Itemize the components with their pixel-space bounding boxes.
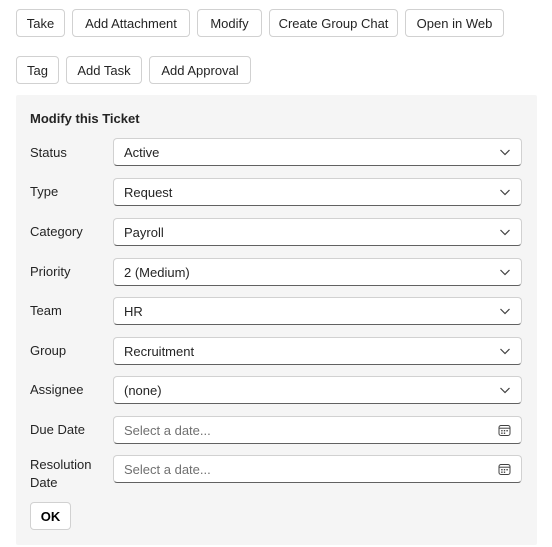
status-dropdown[interactable]: Active [113,138,522,166]
chevron-down-icon [499,384,511,396]
modify-ticket-panel: Modify this Ticket Status Active Type Re… [16,95,537,545]
category-dropdown[interactable]: Payroll [113,218,522,246]
team-value: HR [124,303,143,319]
resolution-date-picker[interactable]: Select a date... [113,455,522,483]
chevron-down-icon [499,305,511,317]
assignee-dropdown[interactable]: (none) [113,376,522,404]
team-dropdown[interactable]: HR [113,297,522,325]
chevron-down-icon [499,146,511,158]
calendar-icon[interactable] [497,462,511,476]
resolution-date-placeholder: Select a date... [124,461,211,477]
open-in-web-button[interactable]: Open in Web [405,9,504,37]
assignee-label: Assignee [30,382,84,397]
priority-dropdown[interactable]: 2 (Medium) [113,258,522,286]
chevron-down-icon [499,345,511,357]
group-dropdown[interactable]: Recruitment [113,337,522,365]
group-value: Recruitment [124,343,195,359]
status-value: Active [124,144,160,160]
category-value: Payroll [124,224,164,240]
modify-button[interactable]: Modify [197,9,262,37]
resolution-date-label: Resolution Date [30,457,92,490]
add-task-button[interactable]: Add Task [66,56,142,84]
team-label: Team [30,303,62,318]
status-label: Status [30,145,67,160]
chevron-down-icon [499,226,511,238]
type-value: Request [124,184,173,200]
due-date-label: Due Date [30,422,85,437]
group-label: Group [30,343,67,358]
panel-title: Modify this Ticket [30,111,140,126]
type-label: Type [30,184,59,199]
take-button[interactable]: Take [16,9,65,37]
ok-button[interactable]: OK [30,502,71,530]
create-group-chat-button[interactable]: Create Group Chat [269,9,398,37]
due-date-picker[interactable]: Select a date... [113,416,522,444]
priority-value: 2 (Medium) [124,264,190,280]
add-approval-button[interactable]: Add Approval [149,56,251,84]
due-date-placeholder: Select a date... [124,422,211,438]
chevron-down-icon [499,186,511,198]
tag-button[interactable]: Tag [16,56,59,84]
category-label: Category [30,224,83,239]
calendar-icon[interactable] [497,423,511,437]
assignee-value: (none) [124,382,162,398]
type-dropdown[interactable]: Request [113,178,522,206]
priority-label: Priority [30,264,71,279]
add-attachment-button[interactable]: Add Attachment [72,9,190,37]
chevron-down-icon [499,266,511,278]
